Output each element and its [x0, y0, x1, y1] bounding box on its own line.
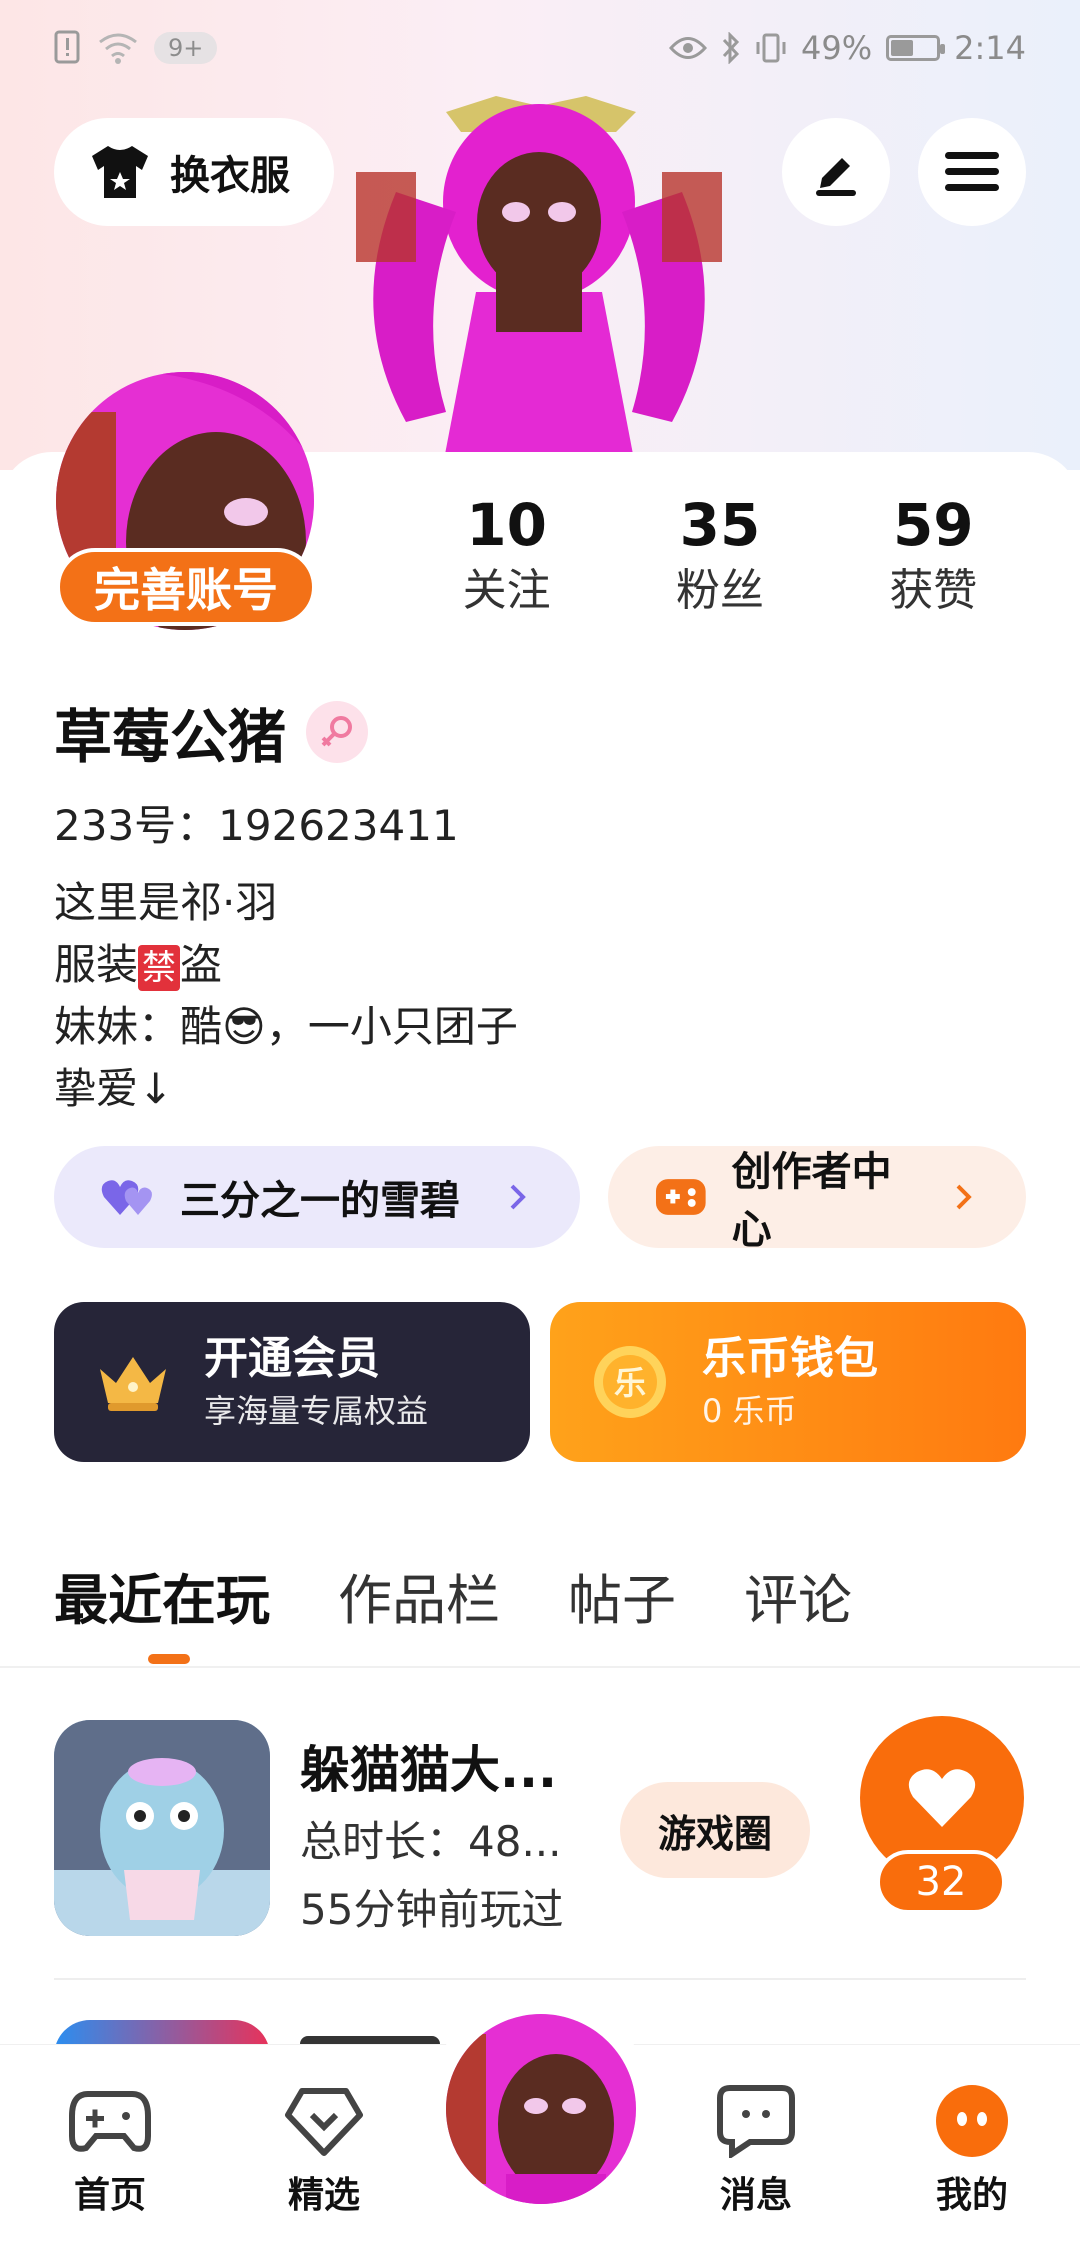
user-name: 草莓公猪 — [54, 703, 287, 771]
wallet-title: 乐币钱包 — [702, 1333, 878, 1384]
change-outfit-button[interactable]: 换衣服 — [54, 118, 334, 226]
avatar-character-image — [356, 96, 722, 470]
nav-featured[interactable]: 精选 — [254, 2076, 394, 2218]
gamepad-icon — [69, 2091, 151, 2152]
profile-face-icon — [936, 2085, 1008, 2157]
chevron-right-icon — [510, 1184, 526, 1210]
stat-fans[interactable]: 35 粉丝 — [613, 488, 826, 620]
chat-icon — [717, 2085, 795, 2158]
user-bio: 这里是祁·羽 服装 禁盗 妹妹：酷😎，一小只团子 挚爱↓ — [54, 872, 518, 1120]
name-row: 草莓公猪 — [54, 690, 369, 774]
heart-diamond-icon — [285, 2088, 363, 2156]
tab-posts[interactable]: 帖子 — [568, 1556, 676, 1635]
gamepad-icon — [655, 1179, 706, 1215]
female-gender-icon — [306, 701, 369, 763]
nav-messages[interactable]: 消息 — [686, 2076, 826, 2218]
double-heart-icon — [101, 1180, 152, 1215]
avatar-image — [446, 2014, 636, 2204]
vip-title: 开通会员 — [204, 1333, 380, 1384]
bond-partner-button[interactable]: 三分之一的雪碧 — [54, 1146, 580, 1248]
game-circle-button[interactable]: 游戏圈 — [620, 1782, 810, 1878]
coin-icon: 乐 — [594, 1346, 666, 1418]
bio-line-2: 服装 禁盗 — [54, 940, 223, 991]
battery-icon — [886, 35, 946, 61]
nav-messages-label: 消息 — [719, 2175, 792, 2216]
nav-center-avatar-button[interactable] — [446, 2014, 636, 2204]
bio-line-4: 挚爱↓ — [54, 1064, 174, 1113]
tab-recent[interactable]: 最近在玩 — [54, 1556, 270, 1635]
vip-membership-card[interactable]: 开通会员 享海量专属权益 — [54, 1302, 530, 1462]
nav-featured-label: 精选 — [287, 2175, 360, 2216]
profile-tabs: 最近在玩 作品栏 帖子 评论 — [54, 1556, 852, 1635]
game-last-played: 55分钟前玩过 — [300, 1885, 564, 1934]
heart-icon — [908, 1769, 976, 1827]
nav-mine[interactable]: 我的 — [902, 2076, 1042, 2218]
vibrate-icon — [756, 33, 786, 63]
bluetooth-icon — [722, 32, 740, 64]
menu-button[interactable] — [918, 118, 1026, 226]
game-title: 躲猫猫大... — [300, 1741, 557, 1799]
sunglasses-emoji-icon: 😎 — [222, 1002, 266, 1051]
creator-center-button[interactable]: 创作者中心 — [608, 1146, 1026, 1253]
user-id: 233号：192623411 — [54, 801, 459, 850]
stat-likes-label: 获赞 — [889, 565, 978, 616]
nav-mine-label: 我的 — [935, 2175, 1008, 2216]
crown-icon — [100, 1357, 166, 1411]
nav-home-label: 首页 — [73, 2175, 146, 2216]
game-thumbnail — [54, 1720, 270, 1936]
game-meta: 总时长：48... 55分钟前玩过 — [300, 1808, 600, 1944]
eye-icon — [669, 37, 708, 59]
status-bar: 9+ 49% 2:14 — [0, 0, 1080, 96]
bond-partner-label: 三分之一的雪碧 — [180, 1178, 460, 1224]
stat-likes-value: 59 — [892, 491, 974, 559]
stat-fans-value: 35 — [679, 491, 761, 559]
like-count: 32 — [876, 1850, 1006, 1914]
stat-following[interactable]: 10 关注 — [400, 488, 613, 620]
edit-profile-button[interactable] — [782, 118, 890, 226]
list-divider — [54, 1978, 1026, 1980]
chevron-right-icon — [956, 1184, 972, 1210]
wallet-balance: 0 乐币 — [702, 1392, 797, 1430]
hamburger-icon — [945, 152, 999, 191]
bio-line-1: 这里是祁·羽 — [54, 878, 278, 927]
notification-count-badge: 9+ — [154, 32, 218, 64]
stat-following-label: 关注 — [462, 565, 551, 616]
tab-comments[interactable]: 评论 — [744, 1556, 852, 1635]
complete-account-button[interactable]: 完善账号 — [56, 548, 316, 626]
wifi-icon — [99, 33, 137, 64]
stat-likes[interactable]: 59 获赞 — [827, 488, 1040, 620]
creator-center-label: 创作者中心 — [731, 1149, 892, 1253]
nav-home[interactable]: 首页 — [40, 2076, 180, 2218]
game-duration: 总时长：48... — [300, 1817, 562, 1866]
battery-percentage: 49% — [801, 29, 873, 67]
bio-line-3: 妹妹：酷😎，一小只团子 — [54, 1002, 518, 1051]
svg-text:乐: 乐 — [614, 1364, 646, 1402]
clock: 2:14 — [954, 29, 1026, 67]
change-outfit-label: 换衣服 — [170, 153, 290, 199]
stat-fans-label: 粉丝 — [675, 565, 764, 616]
tab-works[interactable]: 作品栏 — [338, 1556, 500, 1635]
divider — [0, 1666, 1080, 1668]
forbidden-emoji: 禁 — [138, 945, 181, 991]
recent-game-item[interactable]: 躲猫猫大... 总时长：48... 55分钟前玩过 游戏圈 32 — [54, 1716, 1026, 1940]
stat-following-value: 10 — [466, 491, 548, 559]
shirt-icon — [92, 146, 148, 198]
vip-subtitle: 享海量专属权益 — [204, 1392, 429, 1430]
profile-stats: 10 关注 35 粉丝 59 获赞 — [400, 488, 1040, 620]
active-tab-indicator — [148, 1654, 190, 1664]
sim-alert-icon — [54, 30, 80, 64]
pen-icon — [816, 158, 856, 196]
wallet-card[interactable]: 乐 乐币钱包 0 乐币 — [550, 1302, 1026, 1462]
